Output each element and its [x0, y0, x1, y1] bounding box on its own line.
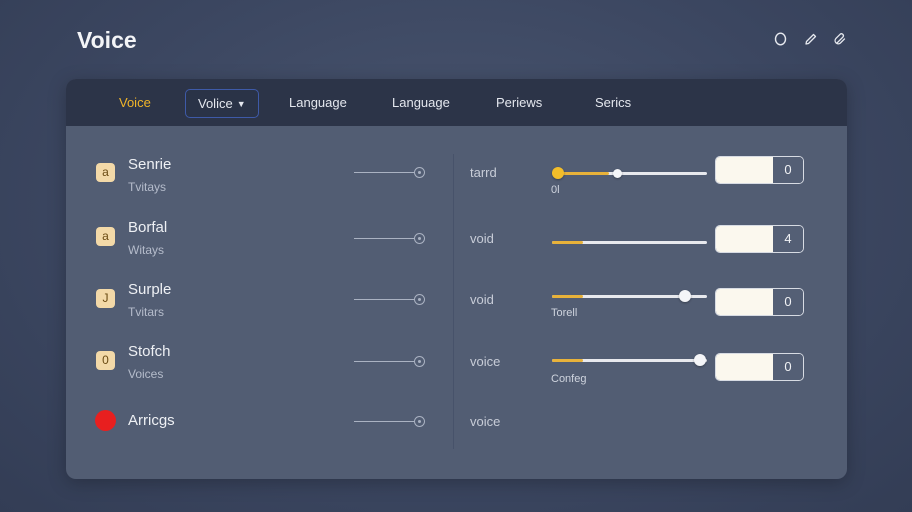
slider-caption: Confeg [551, 373, 587, 385]
row-mode-label: voice [470, 414, 501, 429]
level-slider[interactable] [552, 167, 707, 179]
list-item: Arricgs voice [66, 401, 847, 461]
list-item: a Borfal Witays void 4 [66, 214, 847, 274]
row-badge: a [96, 163, 115, 182]
mini-slider-track [354, 172, 414, 173]
list-item: a Senrie Tvitays tarrd 0l 0 [66, 149, 847, 209]
tab-volice-label: Volice [198, 96, 233, 111]
paperclip-icon[interactable] [832, 31, 848, 47]
row-name: Stofch [128, 343, 171, 360]
value-field[interactable]: 4 [715, 225, 804, 253]
row-name: Senrie [128, 156, 172, 173]
tab-bar: Voice Volice ▼ Language Language Periews … [66, 79, 847, 126]
top-actions [772, 31, 848, 47]
mini-slider-knob[interactable] [414, 356, 425, 367]
level-slider[interactable] [552, 354, 707, 366]
level-slider[interactable] [552, 241, 707, 244]
row-mode-label: void [470, 231, 494, 246]
row-subtitle: Tvitars [128, 305, 164, 319]
value-number: 0 [773, 157, 803, 183]
tab-voice[interactable]: Voice [119, 79, 151, 126]
row-mode-label: voice [470, 354, 501, 369]
slider-fill [552, 241, 583, 244]
row-mode-label: void [470, 292, 494, 307]
tab-language-2[interactable]: Language [392, 79, 450, 126]
mini-slider-track [354, 421, 414, 422]
slider-knob[interactable] [679, 290, 691, 302]
mini-slider-track [354, 238, 414, 239]
mini-slider-knob[interactable] [414, 167, 425, 178]
tab-serics[interactable]: Serics [595, 79, 631, 126]
mini-slider-knob[interactable] [414, 416, 425, 427]
value-number: 0 [773, 354, 803, 380]
row-name: Arricgs [128, 412, 175, 429]
slider-knob[interactable] [694, 354, 706, 366]
tab-volice-dropdown[interactable]: Volice ▼ [185, 89, 259, 118]
slider-caption: Torell [551, 307, 578, 319]
tab-periews[interactable]: Periews [496, 79, 542, 126]
list-item: J Surple Tvitars void Torell 0 [66, 277, 847, 337]
value-input[interactable] [716, 157, 773, 183]
page-title: Voice [77, 27, 137, 53]
row-name: Surple [128, 281, 172, 298]
record-icon [95, 410, 116, 431]
slider-start-knob[interactable] [552, 167, 564, 179]
row-subtitle: Tvitays [128, 180, 167, 194]
row-subtitle: Voices [128, 367, 164, 381]
row-badge: 0 [96, 351, 115, 370]
mini-slider-track [354, 361, 414, 362]
level-slider[interactable] [552, 290, 707, 302]
row-mode-label: tarrd [470, 165, 497, 180]
row-badge: a [96, 227, 115, 246]
value-input[interactable] [716, 226, 773, 252]
voice-settings-panel: Voice Volice ▼ Language Language Periews … [66, 79, 847, 479]
pencil-icon[interactable] [802, 31, 818, 47]
circle-icon[interactable] [772, 31, 788, 47]
value-input[interactable] [716, 289, 773, 315]
slider-fill [552, 359, 583, 362]
row-badge: J [96, 289, 115, 308]
value-number: 0 [773, 289, 803, 315]
value-input[interactable] [716, 354, 773, 380]
slider-knob[interactable] [613, 169, 622, 178]
value-number: 4 [773, 226, 803, 252]
mini-slider-knob[interactable] [414, 233, 425, 244]
row-subtitle: Witays [128, 243, 164, 257]
chevron-down-icon: ▼ [236, 99, 246, 109]
slider-caption: 0l [551, 184, 560, 196]
value-field[interactable]: 0 [715, 353, 804, 381]
mini-slider-knob[interactable] [414, 294, 425, 305]
value-field[interactable]: 0 [715, 288, 804, 316]
mini-slider-track [354, 299, 414, 300]
row-name: Borfal [128, 219, 168, 236]
value-field[interactable]: 0 [715, 156, 804, 184]
tab-language[interactable]: Language [289, 79, 347, 126]
list-item: 0 Stofch Voices voice Confeg 0 [66, 340, 847, 400]
slider-fill [552, 295, 583, 298]
